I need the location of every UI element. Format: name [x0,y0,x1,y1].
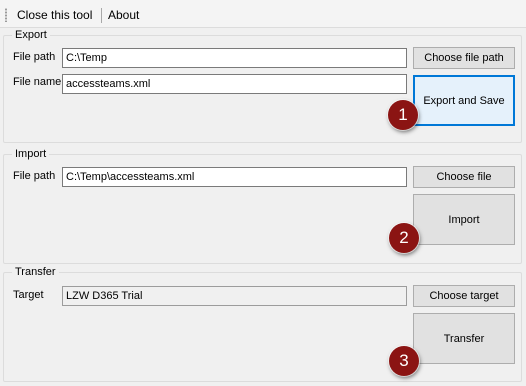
export-and-save-button[interactable]: Export and Save [413,75,515,126]
import-file-path-label: File path [13,170,56,182]
transfer-button[interactable]: Transfer [413,313,515,364]
step-3-badge: 3 [389,346,419,376]
choose-target-button[interactable]: Choose target [413,285,515,307]
export-file-path-field[interactable]: C:\Temp [62,48,407,68]
import-file-path-field[interactable]: C:\Temp\accessteams.xml [62,167,407,187]
close-tool-menu-item[interactable]: Close this tool [17,8,92,22]
toolbar: Close this tool About [0,0,526,28]
import-group-title: Import [12,147,50,161]
choose-file-path-button[interactable]: Choose file path [413,47,515,69]
toolbar-grip-icon[interactable] [5,8,7,22]
export-group-title: Export [12,28,50,42]
export-file-name-field[interactable]: accessteams.xml [62,74,407,94]
target-field[interactable]: LZW D365 Trial [62,286,407,306]
export-file-path-label: File path [13,51,56,63]
step-2-badge: 2 [389,223,419,253]
about-menu-item[interactable]: About [108,8,139,22]
toolbar-separator [101,8,102,23]
target-label: Target [13,289,44,301]
import-button[interactable]: Import [413,194,515,245]
export-file-name-label: File name [13,76,62,88]
choose-file-button[interactable]: Choose file [413,166,515,188]
step-1-badge: 1 [388,100,418,130]
transfer-group-title: Transfer [12,265,59,279]
